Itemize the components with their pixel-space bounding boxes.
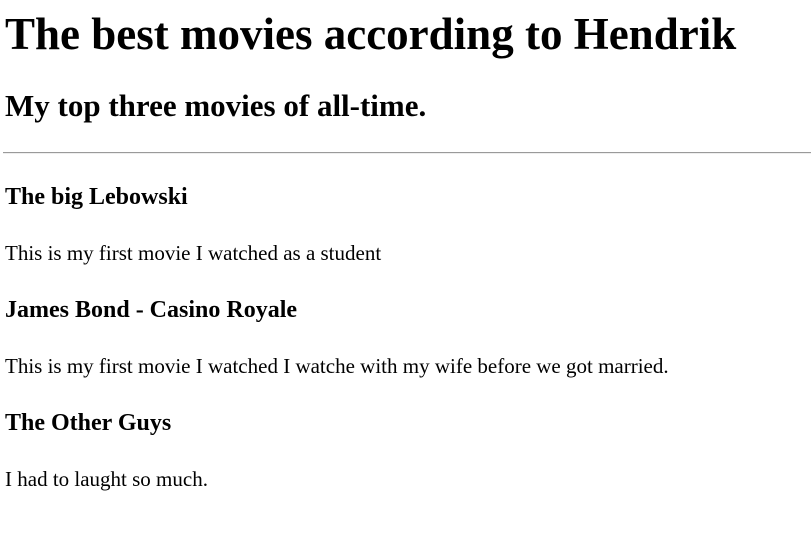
divider: [3, 152, 811, 154]
page-content: The best movies according to Hendrik My …: [0, 0, 811, 492]
movie-item-other-guys: The Other Guys I had to laught so much.: [5, 409, 806, 492]
movie-description: This is my first movie I watched as a st…: [5, 241, 382, 265]
movie-item-casino-royale: James Bond - Casino Royale This is my fi…: [5, 296, 806, 379]
movie-title: The Other Guys: [5, 410, 172, 436]
page-title: The best movies according to Hendrik: [5, 9, 737, 59]
movie-description: This is my first movie I watched I watch…: [5, 354, 669, 378]
movie-title: The big Lebowski: [5, 184, 188, 210]
movie-title: James Bond - Casino Royale: [5, 297, 298, 323]
movie-item-lebowski: The big Lebowski This is my first movie …: [5, 183, 806, 266]
page-subtitle: My top three movies of all-time.: [5, 88, 427, 123]
movie-description: I had to laught so much.: [5, 467, 208, 491]
